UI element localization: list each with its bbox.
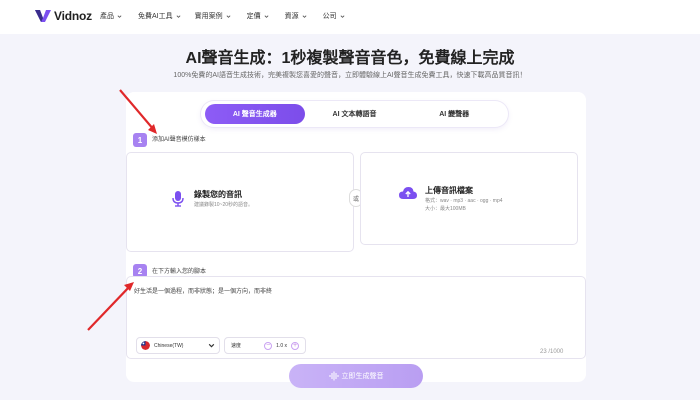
vidnoz-logo[interactable]: Vidnoz [35, 9, 92, 23]
script-text[interactable]: 好生活是一個過程，而非狀態；是一個方向，而非終 [134, 286, 272, 295]
nav-item-label: 實用案例 [194, 13, 223, 20]
nav-item-company[interactable]: 公司 [323, 11, 345, 21]
language-select[interactable]: Chinese(TW) [136, 337, 220, 354]
sound-wave-icon [329, 371, 338, 381]
upload-audio-title: 上傳音訊檔案 [425, 186, 473, 195]
nav-item-pricing[interactable]: 定價 [247, 11, 269, 21]
upload-formats: 格式：wav · mp3 · aac · ogg · mp4 [425, 198, 503, 204]
chevron-down-icon [226, 14, 231, 18]
taiwan-flag-icon [141, 341, 150, 350]
nav-item-label: 資源 [284, 13, 299, 20]
nav-menu: 產品 免費AI工具 實用案例 定價 資源 公司 [100, 11, 361, 21]
chevron-down-icon [176, 14, 181, 18]
generate-voice-label: 立即生成聲音 [341, 373, 384, 380]
speed-decrease-button[interactable]: − [264, 341, 273, 350]
upload-size-limit: 大小：最大100MB [425, 206, 466, 212]
nav-item-use-cases[interactable]: 實用案例 [195, 11, 231, 21]
chevron-down-icon [302, 14, 307, 18]
chevron-down-icon [340, 14, 345, 18]
cloud-upload-icon [399, 187, 417, 199]
top-nav: Vidnoz 產品 免費AI工具 實用案例 定價 資源 公司 [0, 0, 700, 34]
generate-voice-button[interactable]: 立即生成聲音 [289, 364, 423, 388]
speed-label: 速度 [231, 343, 242, 349]
page-title: AI聲音生成：1秒複製聲音音色，免費線上完成 [185, 50, 515, 67]
red-arrow-icon [119, 89, 157, 134]
record-audio-title: 錄製您的音訊 [194, 190, 242, 199]
page-subtitle: 100%免費的AI語音生成技術，完美複製您喜愛的聲音，立即體驗線上AI聲音生成免… [173, 72, 527, 79]
tab-ai-voice-generator[interactable]: AI 聲音生成器 [205, 104, 305, 124]
red-arrow-icon [87, 282, 134, 331]
step-2-label: 在下方輸入您的腳本 [152, 269, 207, 275]
tab-ai-voice-changer[interactable]: AI 變聲器 [404, 104, 504, 124]
microphone-icon [172, 191, 184, 207]
nav-item-label: 免費AI工具 [138, 13, 173, 20]
nav-item-label: 定價 [246, 13, 261, 20]
speed-increase-button[interactable]: + [291, 341, 299, 350]
record-audio-hint: 建議錄製10~20秒的語音。 [194, 202, 254, 208]
chevron-down-icon [264, 14, 269, 18]
nav-item-free-ai-tools[interactable]: 免費AI工具 [138, 11, 181, 21]
language-value: Chinese(TW) [154, 342, 184, 349]
nav-item-resources[interactable]: 資源 [285, 11, 307, 21]
chevron-down-icon [117, 14, 122, 18]
speed-value: 1.0 x [276, 342, 287, 349]
character-count: 23 /1000 [540, 349, 564, 355]
nav-item-label: 產品 [100, 13, 114, 20]
chevron-down-icon [208, 343, 215, 348]
nav-item-products[interactable]: 產品 [100, 11, 122, 21]
nav-item-label: 公司 [322, 13, 337, 20]
brand-name: Vidnoz [54, 9, 92, 23]
tool-tabs: AI 聲音生成器 AI 文本轉語音 AI 變聲器 [201, 101, 508, 127]
tab-ai-text-to-speech[interactable]: AI 文本轉語音 [305, 104, 405, 124]
speed-stepper: 速度 − 1.0 x + [224, 337, 306, 354]
vidnoz-logo-icon [35, 10, 51, 22]
